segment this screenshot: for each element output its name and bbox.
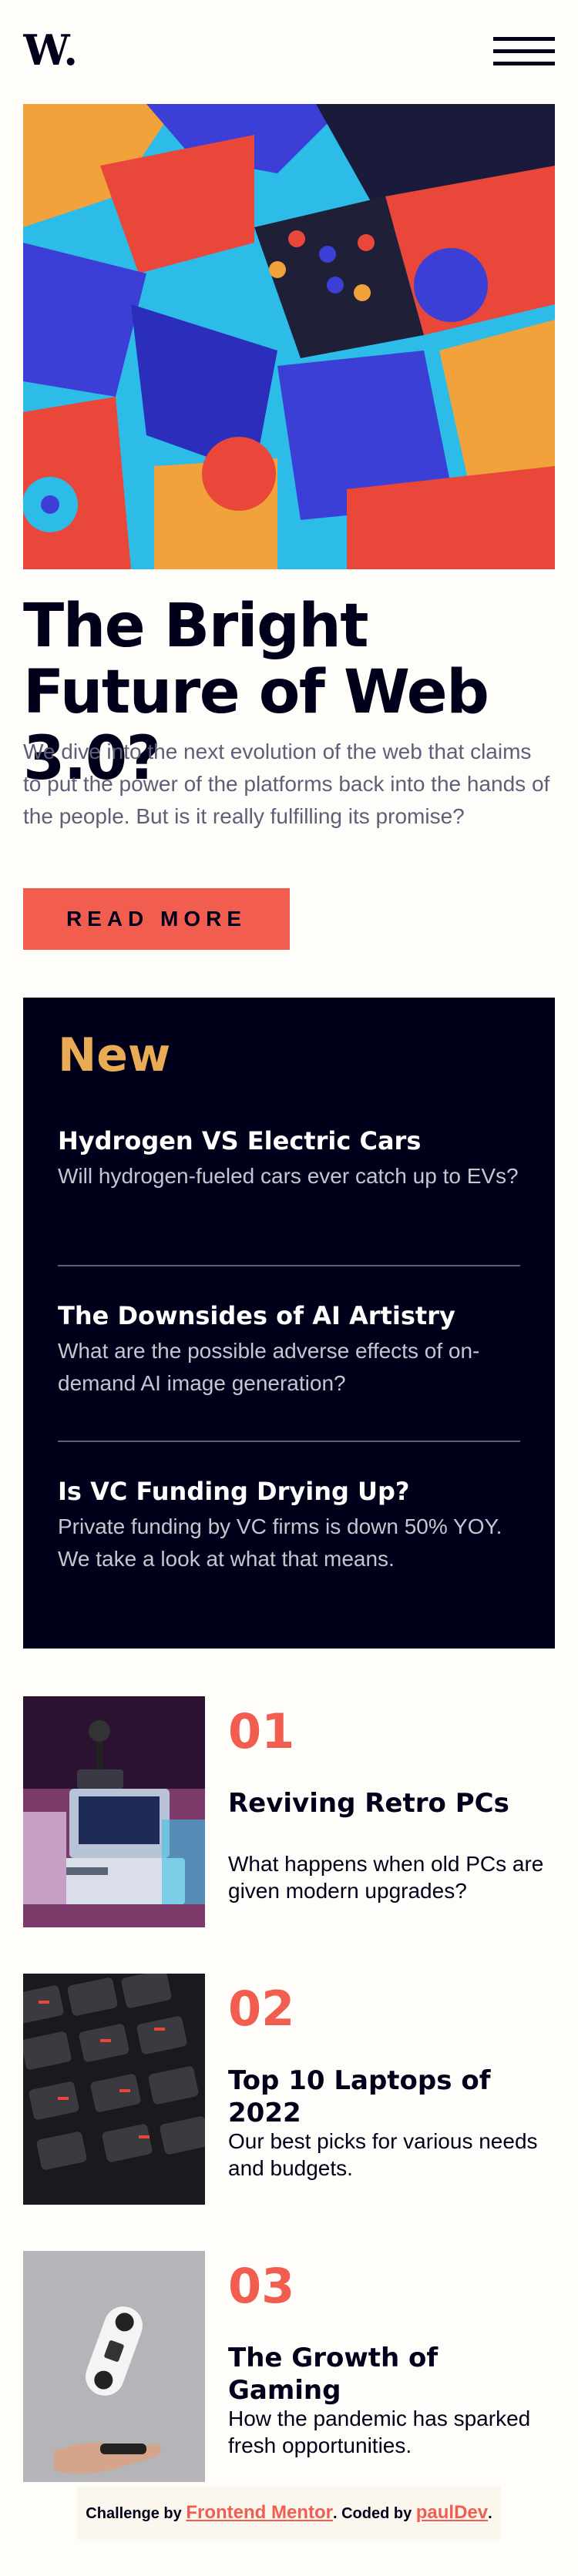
logo-text: W. (23, 31, 78, 74)
new-panel-title: New (58, 1028, 171, 1082)
news-item: Is VC Funding Drying Up? Private funding… (58, 1475, 520, 1575)
read-more-button[interactable]: READ MORE (23, 888, 290, 950)
article-title[interactable]: Top 10 Laptops of 2022 (228, 2064, 555, 2129)
author-link[interactable]: paulDev (416, 2502, 488, 2523)
news-item-desc: What are the possible adverse effects of… (58, 1339, 480, 1395)
article-desc: Our best picks for various needs and bud… (228, 2129, 538, 2180)
news-item-desc: Will hydrogen-fueled cars ever catch up … (58, 1164, 519, 1188)
site-header: W. (23, 31, 555, 74)
news-item-desc: Private funding by VC firms is down 50% … (58, 1514, 502, 1571)
gamepad-image (23, 2251, 205, 2482)
hero-intro: We dive into the next evolution of the w… (23, 740, 550, 828)
attribution-prefix: Challenge by (86, 2505, 187, 2522)
retro-pc-image (23, 1696, 205, 1927)
news-item-title[interactable]: Is VC Funding Drying Up? (58, 1475, 520, 1508)
article-desc: What happens when old PCs are given mode… (228, 1852, 544, 1903)
article-card: 01 Reviving Retro PCs What happens when … (23, 1696, 555, 1927)
article-card: 03 The Growth of Gaming How the pandemic… (23, 2251, 555, 2482)
attribution-middle: . Coded by (332, 2505, 416, 2522)
news-item-title[interactable]: The Downsides of AI Artistry (58, 1300, 520, 1332)
article-number: 03 (228, 2258, 295, 2314)
article-desc: How the pandemic has sparked fresh oppor… (228, 2407, 531, 2457)
attribution: Challenge by Frontend Mentor. Coded by p… (77, 2486, 501, 2540)
article-title[interactable]: Reviving Retro PCs (228, 1787, 555, 1820)
keyboard-image (23, 1974, 205, 2205)
abstract-3d-blocks-image (23, 104, 555, 569)
article-card: 02 Top 10 Laptops of 2022 Our best picks… (23, 1974, 555, 2205)
attribution-suffix: . (488, 2505, 492, 2522)
news-item-title[interactable]: Hydrogen VS Electric Cars (58, 1125, 520, 1157)
w-logo-icon[interactable]: W. (23, 31, 80, 74)
article-number: 01 (228, 1703, 295, 1759)
frontend-mentor-link[interactable]: Frontend Mentor (186, 2502, 333, 2523)
article-number: 02 (228, 1981, 295, 2037)
news-item: The Downsides of AI Artistry What are th… (58, 1300, 520, 1400)
news-divider (58, 1441, 520, 1442)
hamburger-menu-icon[interactable] (493, 37, 555, 66)
new-articles-panel: New Hydrogen VS Electric Cars Will hydro… (23, 998, 555, 1649)
news-divider (58, 1265, 520, 1266)
news-item: Hydrogen VS Electric Cars Will hydrogen-… (58, 1125, 520, 1192)
article-title[interactable]: The Growth of Gaming (228, 2342, 555, 2407)
